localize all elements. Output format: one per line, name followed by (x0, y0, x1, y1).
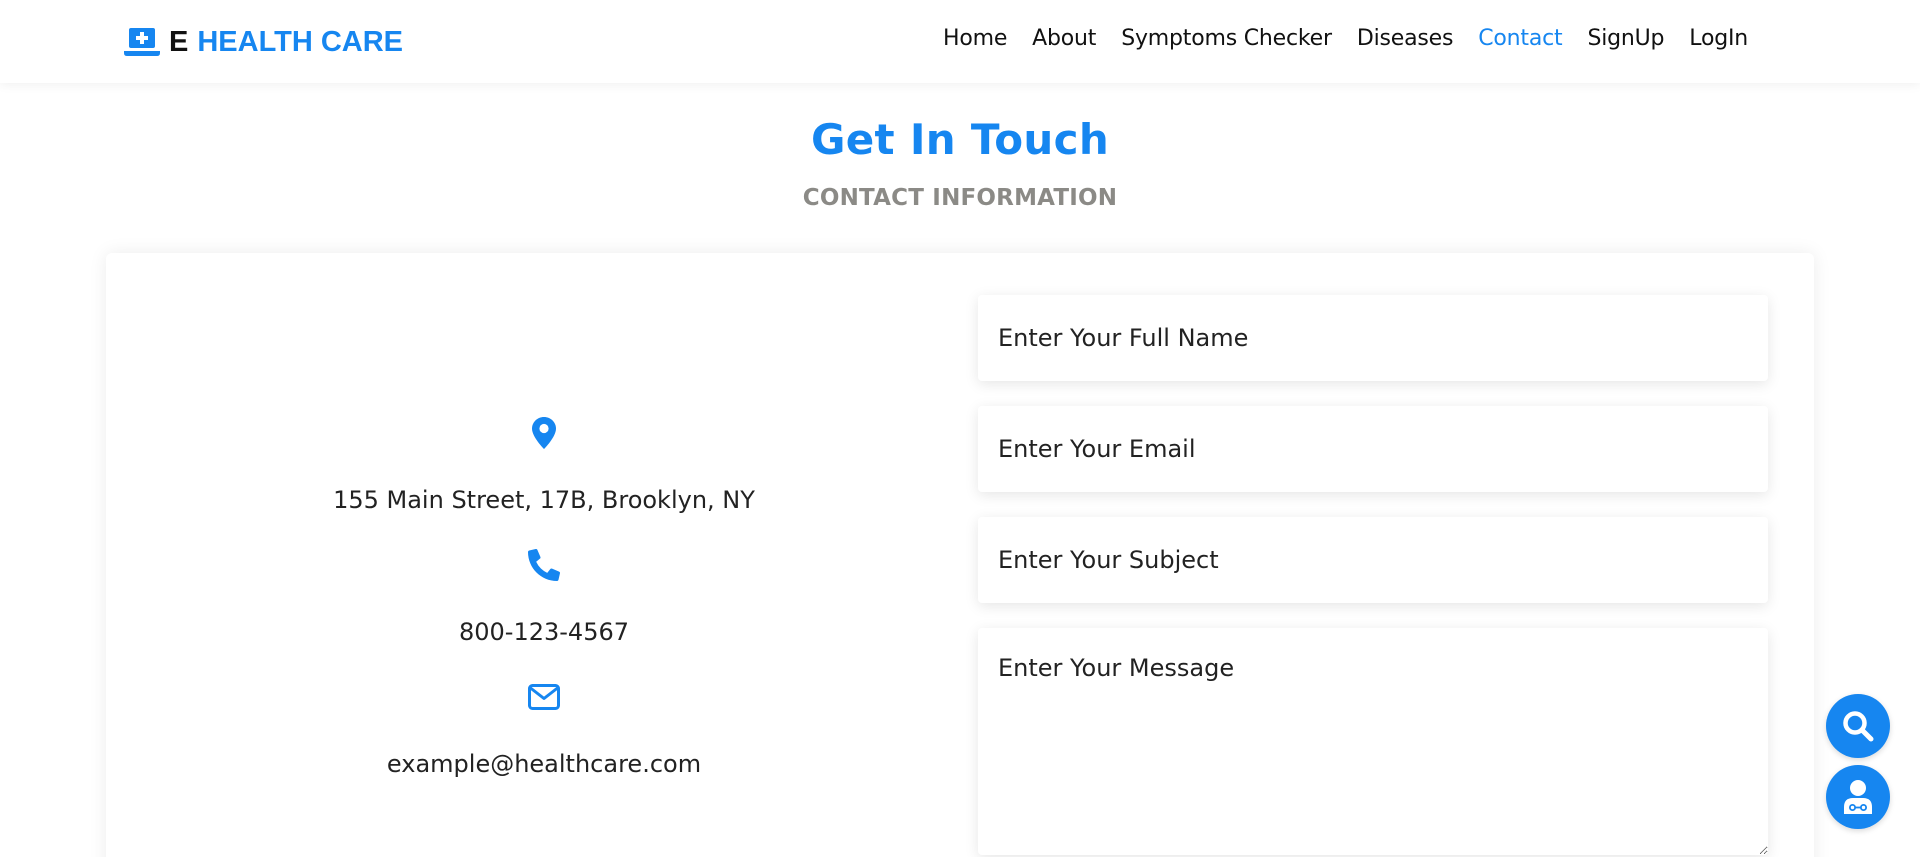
search-icon (1843, 711, 1874, 742)
floating-search-button[interactable] (1826, 694, 1890, 758)
nav-link-signup[interactable]: SignUp (1587, 26, 1664, 51)
address-text: 155 Main Street, 17B, Brooklyn, NY (333, 486, 755, 514)
full-name-input[interactable] (978, 295, 1768, 381)
brand-logo[interactable]: E HEALTH CARE (123, 24, 403, 60)
contact-card: 155 Main Street, 17B, Brooklyn, NY 800-1… (106, 253, 1814, 857)
email-input[interactable] (978, 406, 1768, 492)
envelope-icon (528, 684, 560, 710)
nav-link-login[interactable]: LogIn (1689, 26, 1748, 51)
main-nav: Home About Symptoms Checker Diseases Con… (943, 26, 1748, 51)
page-title: Get In Touch (810, 115, 1110, 164)
nav-link-about[interactable]: About (1032, 26, 1096, 51)
page-subtitle: CONTACT INFORMATION (802, 185, 1118, 211)
email-text: example@healthcare.com (386, 750, 702, 778)
map-pin-icon (532, 417, 556, 449)
brand-name: HEALTH CARE (197, 25, 404, 58)
message-textarea[interactable] (978, 628, 1768, 855)
navbar: E HEALTH CARE Home About Symptoms Checke… (0, 0, 1920, 83)
subject-input[interactable] (978, 517, 1768, 603)
doctor-icon (1844, 780, 1872, 814)
floating-doctor-button[interactable] (1826, 765, 1890, 829)
brand-prefix: E (169, 25, 189, 58)
nav-link-home[interactable]: Home (943, 26, 1007, 51)
phone-icon (528, 549, 560, 581)
nav-link-contact[interactable]: Contact (1478, 26, 1562, 51)
phone-text: 800-123-4567 (458, 618, 629, 646)
laptop-medical-icon (124, 28, 160, 56)
nav-link-symptoms-checker[interactable]: Symptoms Checker (1121, 26, 1332, 51)
nav-link-diseases[interactable]: Diseases (1357, 26, 1454, 51)
